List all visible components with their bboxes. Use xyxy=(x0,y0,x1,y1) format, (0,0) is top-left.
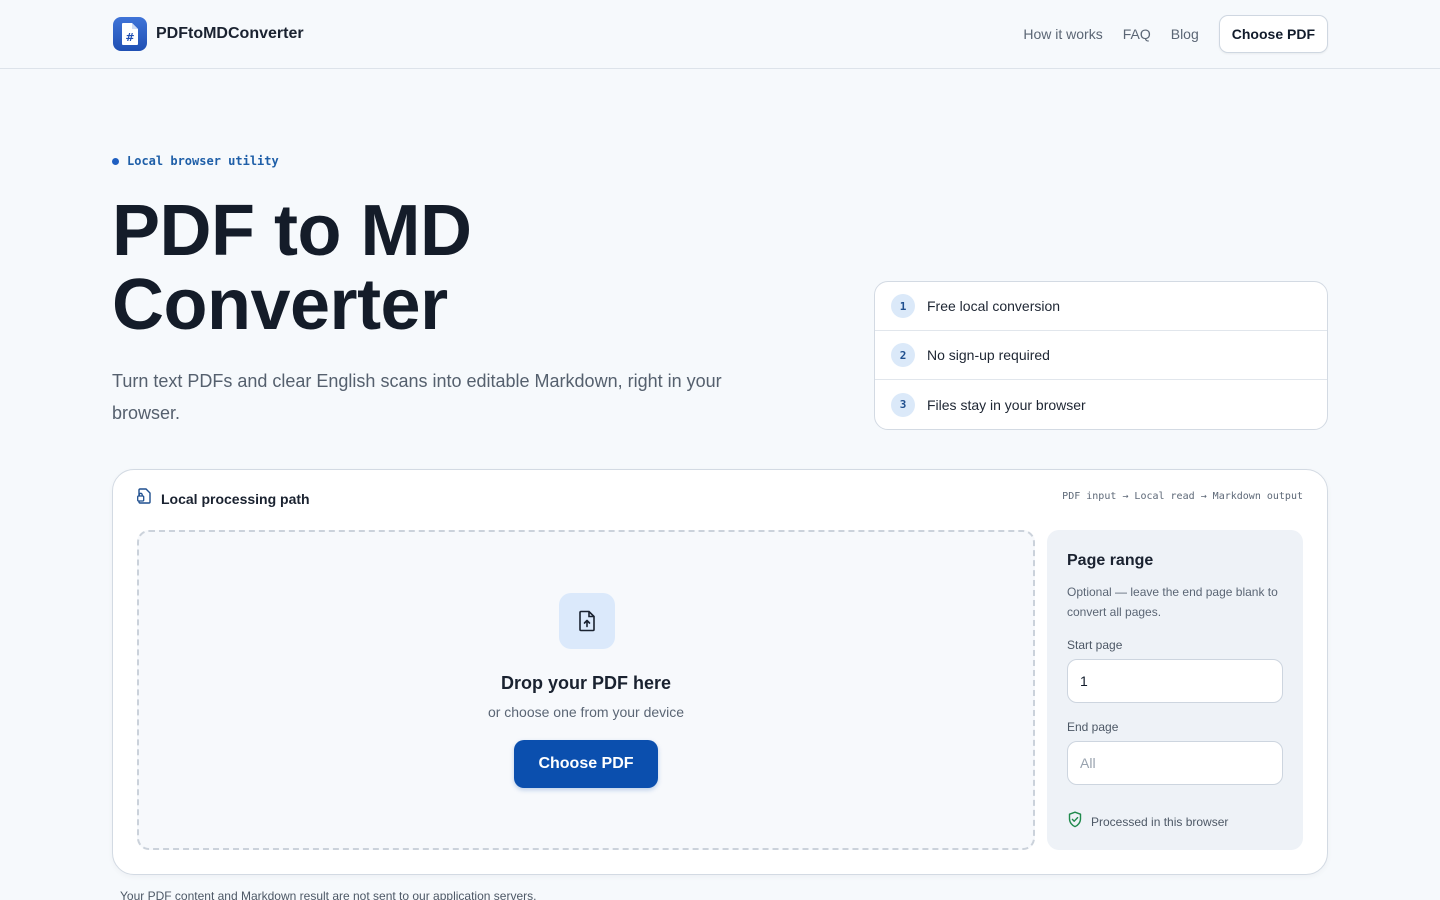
page-title: PDF to MD Converter xyxy=(112,191,472,345)
feature-label: No sign-up required xyxy=(927,347,1050,363)
feature-number: 1 xyxy=(891,294,915,318)
hash-document-icon: # xyxy=(113,17,147,51)
feature-item: 2 No sign-up required xyxy=(875,331,1327,380)
privacy-note: Processed in this browser xyxy=(1067,811,1283,833)
feature-number: 3 xyxy=(891,392,915,417)
drop-title: Drop your PDF here xyxy=(500,673,672,693)
header-choose-pdf-button[interactable]: Choose PDF xyxy=(1218,15,1328,53)
feature-number: 2 xyxy=(891,343,915,367)
choose-pdf-button[interactable]: Choose PDF xyxy=(514,740,658,788)
nav-how-it-works[interactable]: How it works xyxy=(1023,26,1102,42)
brand-name: PDFtoMDConverter xyxy=(156,25,304,42)
eyebrow-text: Local browser utility xyxy=(127,154,279,168)
feature-list: 1 Free local conversion 2 No sign-up req… xyxy=(874,281,1328,430)
nav-blog[interactable]: Blog xyxy=(1171,26,1199,42)
feature-label: Free local conversion xyxy=(927,298,1061,314)
hero-subtitle: Turn text PDFs and clear English scans i… xyxy=(112,371,722,423)
page-range-panel: Page range Optional — leave the end page… xyxy=(1047,530,1303,850)
feature-label: Files stay in your browser xyxy=(927,396,1086,413)
page-range-title: Page range xyxy=(1067,552,1154,569)
svg-text:#: # xyxy=(125,31,134,44)
main-nav: How it works FAQ Blog Choose PDF xyxy=(1023,15,1328,53)
drop-subtitle: or choose one from your device xyxy=(487,704,685,720)
feature-item: 1 Free local conversion xyxy=(875,282,1327,331)
eyebrow: Local browser utility xyxy=(112,154,279,168)
site-header: # PDFtoMDConverter How it works FAQ Blog… xyxy=(0,0,1440,69)
brand[interactable]: # PDFtoMDConverter xyxy=(113,17,304,51)
card-header: Local processing path xyxy=(137,488,310,509)
end-page-label: End page xyxy=(1067,720,1119,734)
end-page-input[interactable] xyxy=(1067,741,1283,785)
shield-check-icon xyxy=(1067,811,1083,833)
nav-faq[interactable]: FAQ xyxy=(1123,26,1151,42)
drop-zone[interactable]: Drop your PDF here or choose one from yo… xyxy=(137,530,1035,850)
file-lock-icon xyxy=(137,488,152,509)
processing-path: PDF input → Local read → Markdown output xyxy=(1062,491,1303,502)
converter-card: Local processing path PDF input → Local … xyxy=(112,469,1328,875)
feature-item: 3 Files stay in your browser xyxy=(875,380,1327,429)
privacy-note-text: Processed in this browser xyxy=(1091,815,1229,829)
page-range-description: Optional — leave the end page blank to c… xyxy=(1067,585,1278,619)
privacy-footnote: Your PDF content and Markdown result are… xyxy=(120,889,537,900)
card-title: Local processing path xyxy=(161,490,310,507)
start-page-input[interactable] xyxy=(1067,659,1283,703)
start-page-label: Start page xyxy=(1067,638,1123,652)
file-upload-icon xyxy=(559,593,615,649)
status-dot xyxy=(112,157,119,165)
